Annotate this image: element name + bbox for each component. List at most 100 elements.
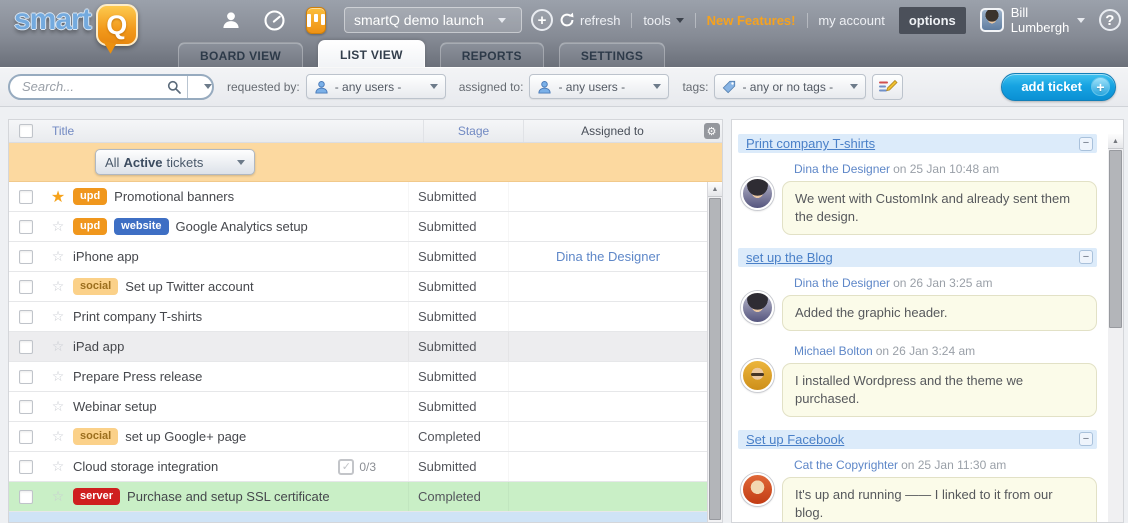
ticket-row[interactable]: ☆ social Set up Twitter account Submitte… xyxy=(9,272,707,302)
tags-select[interactable]: - any or no tags - xyxy=(714,74,866,99)
row-checkbox[interactable] xyxy=(19,220,33,234)
star-icon[interactable]: ☆ xyxy=(52,248,65,265)
user-icon[interactable] xyxy=(221,10,241,30)
star-icon[interactable]: ☆ xyxy=(52,488,65,505)
column-header-assigned[interactable]: Assigned to xyxy=(523,120,701,142)
ticket-row[interactable]: ☆ Cloud storage integration ✓ 0/3 Submit… xyxy=(9,452,707,482)
ticket-row[interactable]: ☆ Webinar setup Submitted xyxy=(9,392,707,422)
row-checkbox[interactable] xyxy=(19,250,33,264)
ticket-row[interactable]: ☆ Prepare Press release Submitted xyxy=(9,362,707,392)
tab-list-view[interactable]: LIST VIEW xyxy=(318,40,425,67)
dashboard-gauge-icon[interactable] xyxy=(263,9,286,32)
board-view-icon[interactable] xyxy=(306,7,326,34)
ticket-table: Title Stage Assigned to ⚙ AllActiveticke… xyxy=(8,119,723,523)
checklist-icon: ✓ xyxy=(338,459,354,475)
assigned-cell[interactable] xyxy=(508,212,707,241)
ticket-row[interactable]: ☆ Print company T-shirts Submitted xyxy=(9,302,707,332)
star-icon[interactable]: ★ xyxy=(51,187,65,207)
row-checkbox[interactable] xyxy=(19,280,33,294)
tab-reports[interactable]: REPORTS xyxy=(440,42,544,67)
assigned-cell[interactable] xyxy=(508,482,707,511)
row-checkbox[interactable] xyxy=(19,430,33,444)
star-icon[interactable]: ☆ xyxy=(52,368,65,385)
ticket-row[interactable]: ☆ iPad app Submitted xyxy=(9,332,707,362)
ticket-link[interactable]: Set up Facebook xyxy=(746,432,844,447)
assigned-cell[interactable] xyxy=(508,182,707,211)
star-icon[interactable]: ☆ xyxy=(52,308,65,325)
ticket-link[interactable]: set up the Blog xyxy=(746,250,833,265)
assigned-cell[interactable] xyxy=(508,332,707,361)
assigned-cell[interactable] xyxy=(508,302,707,331)
comment-author-link[interactable]: Dina the Designer xyxy=(794,162,890,176)
row-checkbox[interactable] xyxy=(19,490,33,504)
select-all-checkbox[interactable] xyxy=(19,124,33,138)
star-icon[interactable]: ☆ xyxy=(52,428,65,445)
user-icon xyxy=(537,80,552,94)
table-scrollbar[interactable]: ▲ xyxy=(707,182,722,522)
row-checkbox[interactable] xyxy=(19,400,33,414)
star-icon[interactable]: ☆ xyxy=(52,458,65,475)
assigned-cell[interactable] xyxy=(508,422,707,451)
new-features-link[interactable]: New Features! xyxy=(707,13,796,28)
tags-value: - any or no tags - xyxy=(742,80,833,94)
assigned-cell[interactable] xyxy=(508,362,707,391)
my-account-link[interactable]: my account xyxy=(818,13,884,28)
section-header: Set up Facebook − xyxy=(738,430,1097,449)
help-button[interactable]: ? xyxy=(1099,9,1121,31)
row-checkbox[interactable] xyxy=(19,310,33,324)
comment-item: Michael Boltonon 26 Jan 3:24 am I instal… xyxy=(738,344,1097,417)
star-icon[interactable]: ☆ xyxy=(52,278,65,295)
column-header-title[interactable]: Title xyxy=(43,120,423,142)
row-checkbox[interactable] xyxy=(19,370,33,384)
scope-filter-dropdown[interactable]: AllActivetickets xyxy=(95,149,255,175)
ticket-row[interactable]: ★ upd Promotional banners Submitted xyxy=(9,182,707,212)
add-project-button[interactable]: + xyxy=(531,9,553,31)
panel-scrollbar[interactable]: ▲ xyxy=(1108,134,1123,522)
assigned-cell[interactable]: Dina the Designer xyxy=(508,242,707,271)
comment-author-link[interactable]: Dina the Designer xyxy=(794,276,890,290)
tab-settings[interactable]: SETTINGS xyxy=(559,42,665,67)
requested-by-select[interactable]: - any users - xyxy=(306,74,446,99)
search-icon[interactable] xyxy=(161,80,187,94)
refresh-button[interactable]: refresh xyxy=(559,12,620,28)
search-input[interactable] xyxy=(10,79,161,94)
gear-icon[interactable]: ⚙ xyxy=(704,123,720,139)
scrollbar-thumb[interactable] xyxy=(1109,150,1122,328)
comment-author-link[interactable]: Michael Bolton xyxy=(794,344,873,358)
column-header-stage[interactable]: Stage xyxy=(423,120,523,142)
star-icon[interactable]: ☆ xyxy=(52,338,65,355)
star-icon[interactable]: ☆ xyxy=(52,218,65,235)
assigned-to-select[interactable]: - any users - xyxy=(529,74,669,99)
tab-board-view[interactable]: BOARD VIEW xyxy=(178,42,303,67)
scroll-up-icon[interactable]: ▲ xyxy=(1108,134,1123,149)
project-selector[interactable]: smartQ demo launch xyxy=(344,7,522,33)
search-box xyxy=(8,74,214,100)
scroll-up-icon[interactable]: ▲ xyxy=(708,182,722,197)
add-ticket-button[interactable]: add ticket + xyxy=(1001,73,1116,101)
edit-tags-button[interactable] xyxy=(872,74,903,100)
assigned-cell[interactable] xyxy=(508,272,707,301)
comment-author-link[interactable]: Cat the Copyrighter xyxy=(794,458,898,472)
tools-menu[interactable]: tools xyxy=(643,13,683,28)
collapse-button[interactable]: − xyxy=(1079,137,1093,151)
ticket-link[interactable]: Print company T-shirts xyxy=(746,136,875,151)
collapse-button[interactable]: − xyxy=(1079,250,1093,264)
search-options-dropdown[interactable] xyxy=(187,76,212,98)
row-checkbox[interactable] xyxy=(19,460,33,474)
options-button[interactable]: options xyxy=(899,7,966,34)
ticket-title: Prepare Press release xyxy=(73,369,202,384)
user-menu[interactable]: Bill Lumbergh xyxy=(980,5,1085,35)
ticket-row[interactable]: ☆ server Purchase and setup SSL certific… xyxy=(9,482,707,512)
scrollbar-thumb[interactable] xyxy=(709,198,721,520)
ticket-row[interactable]: ☆ updwebsite Google Analytics setup Subm… xyxy=(9,212,707,242)
ticket-row[interactable]: ☆ social set up Google+ page Completed xyxy=(9,422,707,452)
star-icon[interactable]: ☆ xyxy=(52,398,65,415)
row-checkbox[interactable] xyxy=(19,190,33,204)
row-checkbox[interactable] xyxy=(19,340,33,354)
collapse-button[interactable]: − xyxy=(1079,432,1093,446)
section-header: set up the Blog − xyxy=(738,248,1097,267)
ticket-row[interactable]: ☆ iPhone app Submitted Dina the Designer xyxy=(9,242,707,272)
assigned-cell[interactable] xyxy=(508,392,707,421)
assigned-cell[interactable] xyxy=(508,452,707,481)
chevron-down-icon xyxy=(1077,18,1085,27)
